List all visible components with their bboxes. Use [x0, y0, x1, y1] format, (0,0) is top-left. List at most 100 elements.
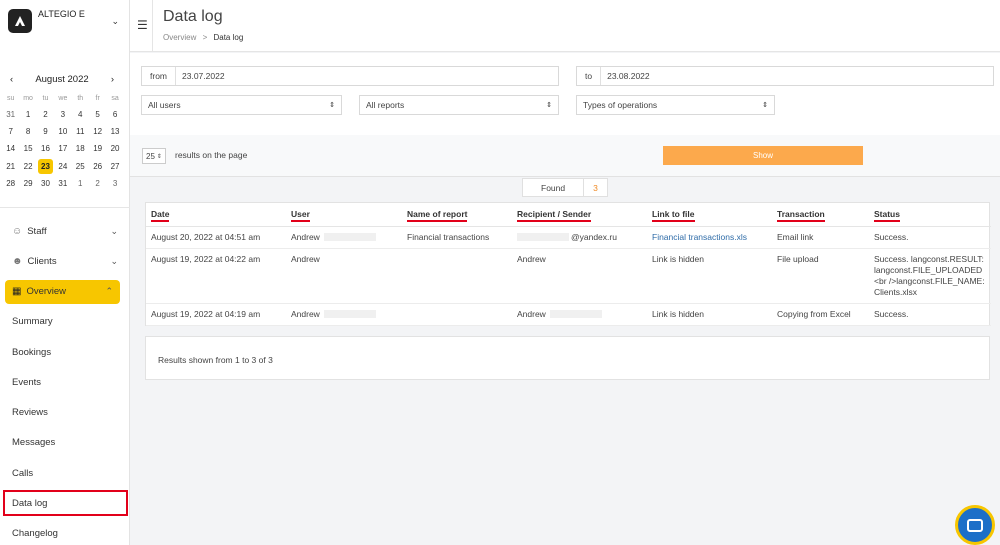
filters-panel: from 23.07.2022 to 23.08.2022 All users …	[130, 53, 1000, 135]
select-arrows-icon: ⇕	[546, 102, 552, 109]
calendar-day[interactable]: 11	[72, 123, 89, 140]
calendar-day[interactable]: 2	[37, 106, 54, 123]
nav-messages[interactable]: Messages	[0, 428, 130, 458]
nav-summary[interactable]: Summary	[0, 307, 130, 337]
found-counter: Found 3	[522, 178, 608, 197]
select-arrows-icon: ⇕	[762, 102, 768, 109]
calendar-day[interactable]: 7	[2, 123, 19, 140]
calendar-grid: su mo tu we th fr sa 31 1 2 3 4 5 6 7 8 9 10 11 12 13 14 15 16 1…	[0, 92, 130, 192]
calendar-day[interactable]: 4	[72, 106, 89, 123]
calendar-day-selected[interactable]: 23	[37, 158, 54, 175]
calendar-day[interactable]: 25	[72, 158, 89, 175]
results-shown-text: Results shown from 1 to 3 of 3	[158, 355, 273, 365]
calendar-day[interactable]: 21	[2, 158, 19, 175]
nav-calls[interactable]: Calls	[0, 458, 130, 488]
calendar-day[interactable]: 29	[19, 175, 36, 192]
per-page-label: results on the page	[175, 150, 248, 160]
calendar-day[interactable]: 3	[106, 175, 123, 192]
breadcrumb-sep: >	[202, 33, 208, 42]
calendar-weekday: fr	[95, 95, 100, 102]
chat-icon	[967, 518, 983, 532]
table-row: August 19, 2022 at 04:22 am Andrew Andre…	[146, 248, 991, 304]
calendar-day[interactable]: 18	[72, 140, 89, 157]
nav-bookings[interactable]: Bookings	[0, 337, 130, 367]
date-to-field[interactable]: to 23.08.2022	[576, 66, 994, 86]
breadcrumb-current: Data log	[213, 33, 244, 42]
calendar-day[interactable]: 12	[89, 123, 106, 140]
calendar-day[interactable]: 3	[54, 106, 71, 123]
reports-select[interactable]: All reports ⇕	[359, 95, 559, 115]
calendar-weekday: mo	[23, 95, 33, 102]
calendar-day[interactable]: 1	[19, 106, 36, 123]
nav-data-log[interactable]: Data log	[3, 490, 128, 517]
users-select[interactable]: All users ⇕	[141, 95, 342, 115]
page-header: ☰ Data log Overview > Data log	[130, 0, 1000, 52]
select-arrows-icon: ⇕	[329, 102, 335, 109]
next-month-icon[interactable]: ›	[111, 74, 114, 85]
calendar-day[interactable]: 20	[106, 140, 123, 157]
table-row: August 19, 2022 at 04:19 am Andrew Andre…	[146, 303, 991, 326]
calendar-weekday: sa	[111, 95, 119, 102]
calendar-day[interactable]: 30	[37, 175, 54, 192]
calendar-weekday: we	[58, 95, 68, 102]
calendar-day[interactable]: 27	[106, 158, 123, 175]
calendar-day[interactable]: 10	[54, 123, 71, 140]
date-from-field[interactable]: from 23.07.2022	[141, 66, 559, 86]
col-transaction[interactable]: Transaction	[772, 203, 869, 227]
calendar-day[interactable]: 17	[54, 140, 71, 157]
nav-overview[interactable]: ▦ Overview ⌃	[5, 279, 120, 304]
nav-events[interactable]: Events	[0, 367, 130, 397]
people-icon: ☻	[12, 255, 23, 267]
calendar-day[interactable]: 22	[19, 158, 36, 175]
calendar-day[interactable]: 19	[89, 140, 106, 157]
col-user[interactable]: User	[286, 203, 402, 227]
calendar-day[interactable]: 8	[19, 123, 36, 140]
main-nav: ☺ Staff ⌄ ☻ Clients ⌄ ▦ Overview ⌃ Summa…	[0, 216, 130, 545]
col-link[interactable]: Link to file	[647, 203, 772, 227]
grid-icon: ▦	[12, 286, 22, 298]
calendar-day[interactable]: 5	[89, 106, 106, 123]
col-status[interactable]: Status	[869, 203, 991, 227]
calendar-day[interactable]: 1	[72, 175, 89, 192]
calendar-day[interactable]: 14	[2, 140, 19, 157]
calendar-day[interactable]: 6	[106, 106, 123, 123]
breadcrumb-overview[interactable]: Overview	[163, 33, 196, 42]
col-report[interactable]: Name of report	[402, 203, 512, 227]
calendar-day[interactable]: 15	[19, 140, 36, 157]
col-recipient[interactable]: Recipient / Sender	[512, 203, 647, 227]
table-header-row: Date User Name of report Recipient / Sen…	[146, 203, 991, 227]
calendar-day[interactable]: 24	[54, 158, 71, 175]
nav-changelog[interactable]: Changelog	[0, 518, 130, 545]
brand-name: ALTEGIO E	[38, 9, 85, 19]
chevron-down-icon: ⌄	[111, 15, 119, 26]
per-page-select[interactable]: 25 ⇕	[142, 148, 166, 164]
calendar-day[interactable]: 26	[89, 158, 106, 175]
brand-switcher[interactable]: ALTEGIO E ⌄	[0, 0, 129, 42]
prev-month-icon[interactable]: ‹	[10, 74, 13, 85]
calendar-day[interactable]: 16	[37, 140, 54, 157]
calendar-day[interactable]: 2	[89, 175, 106, 192]
altegio-logo-icon	[8, 9, 32, 33]
calendar-day[interactable]: 9	[37, 123, 54, 140]
nav-clients[interactable]: ☻ Clients ⌄	[0, 246, 130, 276]
calendar-month: August 2022	[35, 73, 89, 85]
chat-button[interactable]	[955, 505, 995, 545]
calendar-day[interactable]: 28	[2, 175, 19, 192]
results-bar: 25 ⇕ results on the page	[130, 135, 1000, 177]
operations-select[interactable]: Types of operations ⇕	[576, 95, 775, 115]
menu-icon[interactable]: ☰	[137, 18, 148, 32]
select-arrows-icon: ⇕	[156, 153, 162, 160]
file-link[interactable]: Financial transactions.xls	[647, 226, 772, 249]
calendar-day[interactable]: 31	[2, 106, 19, 123]
show-button[interactable]: Show	[663, 146, 863, 165]
calendar-day[interactable]: 31	[54, 175, 71, 192]
mini-calendar: ‹ August 2022 › su mo tu we th fr sa 31 1 2 3 4 5 6 7 8…	[0, 66, 130, 192]
found-count: 3	[593, 182, 598, 193]
breadcrumb: Overview > Data log	[163, 33, 243, 42]
page-title: Data log	[163, 8, 223, 25]
nav-reviews[interactable]: Reviews	[0, 397, 130, 427]
nav-staff[interactable]: ☺ Staff ⌄	[0, 216, 130, 246]
calendar-day[interactable]: 13	[106, 123, 123, 140]
col-date[interactable]: Date	[146, 203, 286, 227]
sidebar: ALTEGIO E ⌄ ‹ August 2022 › su mo tu we th fr…	[0, 0, 130, 545]
